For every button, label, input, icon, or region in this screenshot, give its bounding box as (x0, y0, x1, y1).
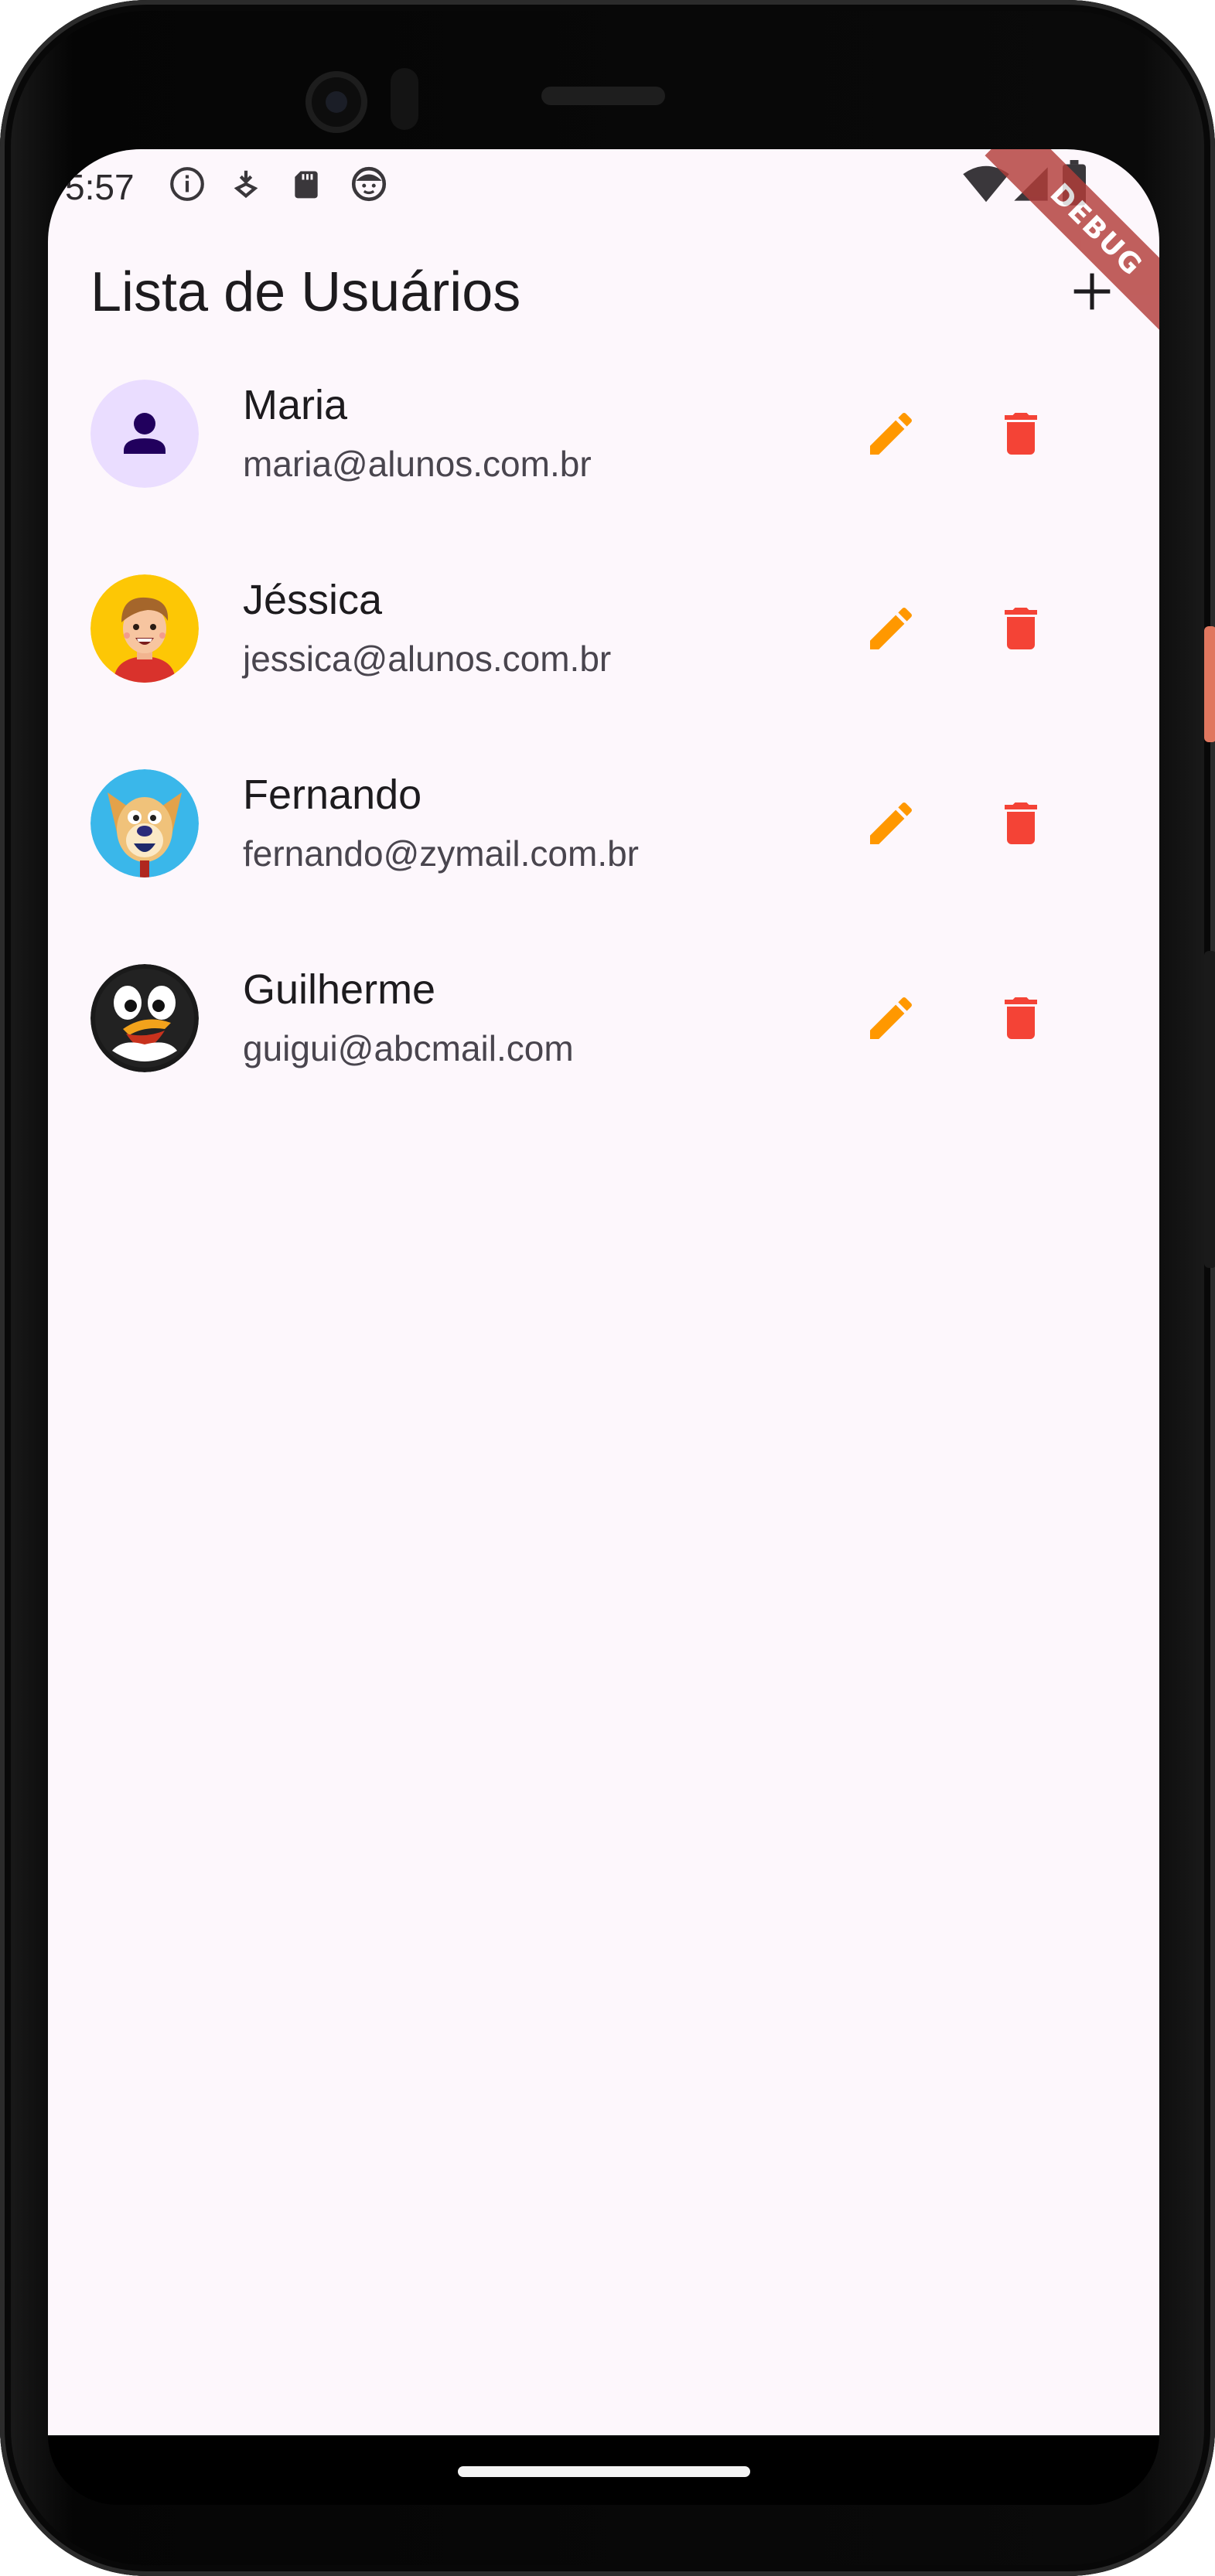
delete-button[interactable] (982, 397, 1060, 474)
pencil-icon (863, 601, 919, 660)
front-camera (305, 71, 367, 133)
add-user-button[interactable] (1053, 254, 1131, 332)
edit-button[interactable] (852, 397, 930, 474)
volume-button (1204, 951, 1215, 1268)
edit-button[interactable] (852, 981, 930, 1058)
add-icon (1070, 270, 1114, 317)
pencil-icon (863, 796, 919, 855)
user-email: fernando@zymail.com.br (243, 833, 639, 874)
status-bar: 5:57 DEBUG (48, 149, 1159, 342)
pencil-icon (863, 406, 919, 465)
avatar-cartoon-dog (90, 769, 199, 877)
proximity-sensor (391, 68, 418, 130)
phone-frame: 5:57 DEBUG Lista de Usuários Maria maria… (0, 0, 1215, 2576)
location-icon (228, 165, 264, 203)
home-indicator[interactable] (458, 2466, 750, 2477)
delete-button[interactable] (982, 786, 1060, 864)
trash-icon (993, 406, 1049, 465)
user-email: jessica@alunos.com.br (243, 639, 612, 679)
list-item[interactable]: Maria maria@alunos.com.br (48, 342, 1159, 537)
trash-icon (993, 990, 1049, 1050)
screen: 5:57 DEBUG Lista de Usuários Maria maria… (48, 149, 1159, 2435)
user-name: Fernando (243, 772, 422, 818)
delete-button[interactable] (982, 591, 1060, 669)
list-item[interactable]: Guilherme guigui@abcmail.com (48, 927, 1159, 1122)
app-bar: Lista de Usuários (48, 242, 1159, 350)
list-item[interactable]: Jéssica jessica@alunos.com.br (48, 537, 1159, 732)
avatar-cartoon-boy (90, 574, 199, 683)
edit-button[interactable] (852, 591, 930, 669)
info-icon (168, 165, 206, 203)
face-icon (350, 165, 388, 203)
page-title: Lista de Usuários (90, 261, 521, 323)
power-button (1204, 626, 1215, 742)
user-name: Maria (243, 382, 348, 428)
user-list: Maria maria@alunos.com.br Jéssica jessic… (48, 342, 1159, 1122)
status-time: 5:57 (65, 167, 135, 207)
list-item[interactable]: Fernando fernando@zymail.com.br (48, 732, 1159, 927)
pencil-icon (863, 990, 919, 1050)
avatar-default (90, 380, 199, 488)
earpiece-speaker (541, 87, 665, 105)
user-email: guigui@abcmail.com (243, 1028, 574, 1068)
sd-card-icon (289, 165, 323, 203)
user-email: maria@alunos.com.br (243, 444, 592, 484)
trash-icon (993, 796, 1049, 855)
delete-button[interactable] (982, 981, 1060, 1058)
edit-button[interactable] (852, 786, 930, 864)
avatar-cartoon-penguin (90, 964, 199, 1072)
user-name: Guilherme (243, 966, 436, 1013)
user-name: Jéssica (243, 577, 383, 623)
trash-icon (993, 601, 1049, 660)
